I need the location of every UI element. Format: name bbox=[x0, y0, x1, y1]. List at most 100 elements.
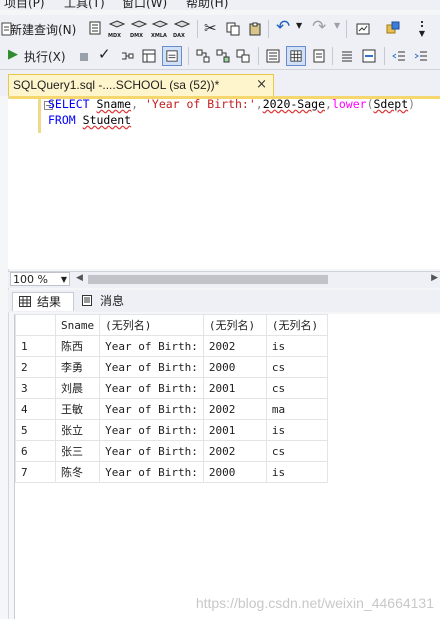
table-cell[interactable]: Year of Birth: bbox=[99, 356, 204, 378]
xmla-query-button[interactable]: XMLA bbox=[151, 20, 169, 39]
zoom-select[interactable]: 100 % ▼ bbox=[10, 272, 70, 286]
activity-monitor-icon[interactable] bbox=[356, 22, 370, 36]
table-cell[interactable]: is bbox=[265, 335, 328, 357]
tab-messages[interactable]: 消息 bbox=[76, 292, 136, 311]
cut-icon[interactable]: ✂ bbox=[204, 19, 217, 37]
chevron-down-icon: ▼ bbox=[418, 29, 426, 38]
table-cell[interactable]: 2002 bbox=[202, 440, 267, 462]
results-to-text-button[interactable] bbox=[162, 46, 182, 66]
standard-toolbar: 新建查询(N) MDX DMX XMLA DAX ✂ ↶ ▼ ↷ ▼ ▼ bbox=[0, 15, 440, 44]
row-number[interactable]: 7 bbox=[15, 461, 56, 483]
menu-window[interactable]: 窗口(W) bbox=[122, 0, 167, 11]
row-number[interactable]: 3 bbox=[15, 377, 56, 399]
redo-dropdown-icon[interactable]: ▼ bbox=[334, 21, 340, 30]
table-cell[interactable]: 2002 bbox=[202, 335, 267, 357]
results-to-text-icon[interactable] bbox=[266, 49, 280, 63]
table-cell[interactable]: 张三 bbox=[54, 440, 101, 462]
results-to-grid-button[interactable] bbox=[286, 46, 306, 66]
parse-check-icon[interactable]: ✓ bbox=[98, 45, 111, 63]
uncomment-icon[interactable] bbox=[362, 49, 376, 63]
object-explorer-icon[interactable] bbox=[386, 21, 400, 35]
db-engine-query-icon[interactable] bbox=[88, 21, 102, 35]
tab-sqlquery1[interactable]: SQLQuery1.sql -....SCHOOL (sa (52))* × bbox=[8, 74, 274, 96]
table-row: 7 陈冬 Year of Birth: 2000 is bbox=[15, 461, 328, 483]
table-cell[interactable]: 2001 bbox=[202, 377, 267, 399]
increase-indent-icon[interactable] bbox=[414, 49, 428, 63]
keyword-from: FROM bbox=[48, 113, 76, 127]
table-cell[interactable]: 陈西 bbox=[54, 335, 101, 357]
column-header[interactable]: (无列名) bbox=[265, 314, 328, 336]
live-stats-icon[interactable] bbox=[216, 49, 230, 63]
table-cell[interactable]: 李勇 bbox=[54, 356, 101, 378]
table-row: 1 陈西 Year of Birth: 2002 is bbox=[15, 335, 328, 357]
table-cell[interactable]: 2002 bbox=[202, 398, 267, 420]
row-number[interactable]: 5 bbox=[15, 419, 56, 441]
horizontal-scrollbar[interactable] bbox=[88, 275, 328, 284]
table-cell[interactable]: 2000 bbox=[202, 461, 267, 483]
row-number[interactable]: 1 bbox=[15, 335, 56, 357]
messages-icon bbox=[82, 295, 92, 306]
menu-help[interactable]: 帮助(H) bbox=[186, 0, 228, 11]
table-cell[interactable]: 2001 bbox=[202, 419, 267, 441]
separator bbox=[188, 47, 189, 65]
undo-dropdown-icon[interactable]: ▼ bbox=[296, 21, 302, 30]
separator bbox=[332, 47, 333, 65]
row-number[interactable]: 2 bbox=[15, 356, 56, 378]
table-cell[interactable]: Year of Birth: bbox=[99, 335, 204, 357]
table-cell[interactable]: cs bbox=[265, 440, 328, 462]
column-header[interactable]: (无列名) bbox=[99, 314, 204, 336]
table-cell[interactable]: Year of Birth: bbox=[99, 461, 204, 483]
table-cell[interactable]: cs bbox=[265, 356, 328, 378]
table-cell[interactable]: Year of Birth: bbox=[99, 440, 204, 462]
tab-results[interactable]: 结果 bbox=[12, 292, 74, 311]
paste-icon[interactable] bbox=[248, 22, 262, 36]
client-stats-icon[interactable] bbox=[236, 49, 250, 63]
results-grid[interactable]: Sname (无列名) (无列名) (无列名) 1 陈西 Year of Bir… bbox=[14, 314, 440, 619]
menu-project[interactable]: 项目(P) bbox=[4, 0, 45, 11]
mdx-query-button[interactable]: MDX bbox=[108, 20, 126, 39]
new-query-button[interactable]: 新建查询(N) bbox=[10, 21, 76, 38]
table-cell[interactable]: Year of Birth: bbox=[99, 419, 204, 441]
menu-tools[interactable]: 工具(T) bbox=[64, 0, 105, 11]
table-cell[interactable]: ma bbox=[265, 398, 328, 420]
table-cell[interactable]: is bbox=[265, 461, 328, 483]
tab-results-label: 结果 bbox=[37, 295, 62, 309]
copy-icon[interactable] bbox=[226, 22, 240, 36]
stop-icon[interactable] bbox=[80, 53, 88, 61]
table-cell[interactable]: Year of Birth: bbox=[99, 398, 204, 420]
table-row: 5 张立 Year of Birth: 2001 is bbox=[15, 419, 328, 441]
dmx-query-button[interactable]: DMX bbox=[130, 20, 148, 39]
results-to-file-icon[interactable] bbox=[312, 49, 326, 63]
column-header[interactable]: (无列名) bbox=[202, 314, 267, 336]
column-header[interactable]: Sname bbox=[54, 314, 101, 336]
table-cell[interactable]: 2000 bbox=[202, 356, 267, 378]
table-cell[interactable]: 王敏 bbox=[54, 398, 101, 420]
table-cell[interactable]: is bbox=[265, 419, 328, 441]
toolbar-options[interactable]: ▼ bbox=[416, 19, 428, 38]
table-cell[interactable]: 陈冬 bbox=[54, 461, 101, 483]
display-plan-icon[interactable] bbox=[120, 49, 134, 63]
query-designer-icon[interactable] bbox=[142, 49, 156, 63]
text-results-icon bbox=[166, 50, 178, 62]
row-number[interactable]: 6 bbox=[15, 440, 56, 462]
close-icon[interactable]: × bbox=[256, 77, 267, 92]
scroll-left-icon[interactable]: ◀ bbox=[76, 273, 83, 283]
dot-icon bbox=[421, 25, 423, 27]
table-cell[interactable]: Year of Birth: bbox=[99, 377, 204, 399]
execute-button[interactable]: 执行(X) bbox=[24, 48, 66, 65]
results-table: Sname (无列名) (无列名) (无列名) 1 陈西 Year of Bir… bbox=[15, 314, 328, 483]
results-tab-strip: 结果 消息 bbox=[8, 290, 440, 312]
table-cell[interactable]: 刘晨 bbox=[54, 377, 101, 399]
redo-icon[interactable]: ↷ bbox=[312, 17, 326, 37]
include-plan-icon[interactable] bbox=[196, 49, 210, 63]
query-editor[interactable]: − SELECT Sname, 'Year of Birth:',2020-Sa… bbox=[8, 97, 440, 269]
decrease-indent-icon[interactable] bbox=[392, 49, 406, 63]
dax-query-button[interactable]: DAX bbox=[173, 20, 191, 39]
table-cell[interactable]: cs bbox=[265, 377, 328, 399]
row-number[interactable]: 4 bbox=[15, 398, 56, 420]
undo-icon[interactable]: ↶ bbox=[276, 17, 290, 37]
comment-icon[interactable] bbox=[340, 49, 354, 63]
scroll-right-icon[interactable]: ▶ bbox=[431, 273, 438, 283]
table-cell[interactable]: 张立 bbox=[54, 419, 101, 441]
header-row: Sname (无列名) (无列名) (无列名) bbox=[15, 314, 328, 336]
